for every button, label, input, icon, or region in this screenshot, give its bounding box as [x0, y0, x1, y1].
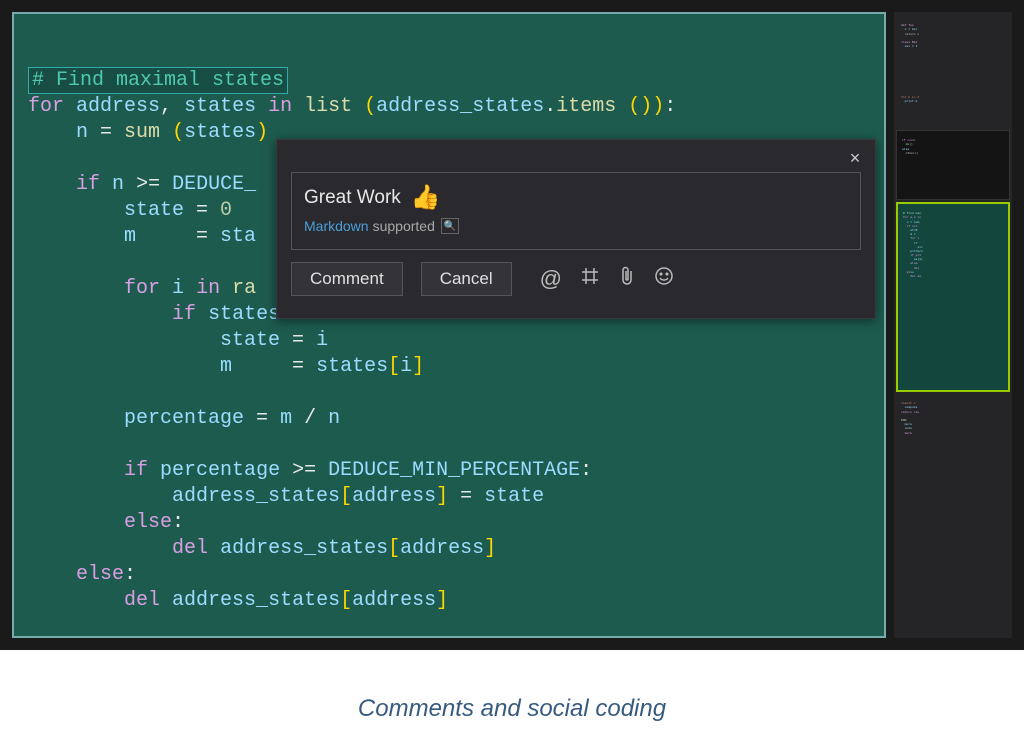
supported-label: supported [373, 218, 435, 234]
mention-icon[interactable]: @ [540, 266, 562, 292]
thumbs-up-icon: 👍 [411, 183, 441, 212]
minimap-segment: def foo x = bar return x class Baz val =… [896, 16, 1010, 86]
minimap-segment: for k in d print k [896, 88, 1010, 128]
emoji-icon[interactable] [654, 266, 674, 292]
minimap-segment: if cond do() else other() [896, 130, 1010, 200]
comment-dialog: × Great Work 👍 Markdown supported 🔍 Comm… [276, 139, 876, 319]
minimap-segment: result = compute return res END more cod… [896, 394, 1010, 534]
markdown-hint: Markdown supported 🔍 [304, 218, 848, 234]
comment-line: # Find maximal states [28, 67, 288, 94]
cancel-button[interactable]: Cancel [421, 262, 512, 296]
code-content: # Find maximal states for address, state… [28, 42, 870, 614]
comment-input[interactable]: Great Work 👍 Markdown supported 🔍 [291, 172, 861, 250]
markdown-link[interactable]: Markdown [304, 218, 369, 234]
figure-caption: Comments and social coding [0, 695, 1024, 723]
minimap[interactable]: def foo x = bar return x class Baz val =… [894, 12, 1012, 638]
ide-screenshot: # Find maximal states for address, state… [0, 0, 1024, 650]
comment-button[interactable]: Comment [291, 262, 403, 296]
comment-text-line: Great Work 👍 [304, 183, 848, 212]
code-editor[interactable]: # Find maximal states for address, state… [12, 12, 886, 638]
comment-value: Great Work [304, 187, 401, 209]
attachment-icon[interactable] [618, 265, 636, 293]
close-icon[interactable]: × [845, 148, 865, 168]
hash-icon[interactable] [580, 266, 600, 292]
minimap-viewport[interactable]: # Find max for a,s in n = sum if n>= st=… [896, 202, 1010, 392]
dialog-actions: Comment Cancel @ [291, 262, 861, 296]
preview-icon[interactable]: 🔍 [441, 218, 459, 234]
